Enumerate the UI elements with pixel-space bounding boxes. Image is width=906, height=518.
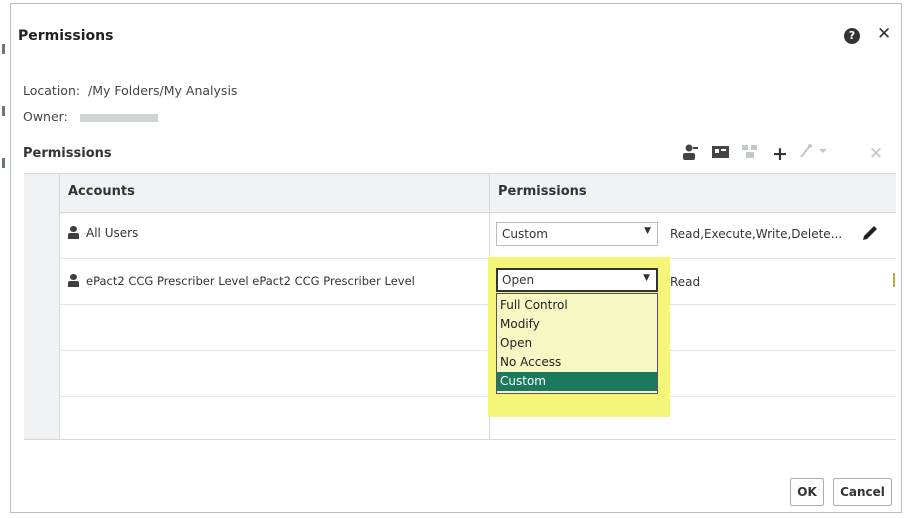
edge-mark [2, 106, 5, 116]
add-group-icon[interactable] [740, 143, 760, 165]
close-icon[interactable]: ✕ [877, 24, 891, 44]
chevron-down-icon: ▼ [644, 226, 651, 236]
help-icon[interactable]: ? [844, 28, 860, 44]
permissions-toolbar: + ✕ [0, 143, 906, 165]
owner-value-redacted [79, 113, 158, 122]
row-divider [59, 304, 896, 305]
location-label: Location: [23, 83, 81, 98]
bracket-mark [893, 273, 898, 287]
permission-select-value: Open [502, 273, 535, 287]
permission-summary: Read [670, 275, 701, 289]
add-application-role-icon[interactable] [710, 143, 732, 165]
permissions-table: Accounts Permissions [24, 173, 896, 440]
dropdown-option[interactable]: No Access [497, 353, 657, 372]
location-line: Location: /My Folders/My Analysis [23, 83, 237, 98]
permission-select-open[interactable]: Open ▼ [496, 268, 658, 292]
dropdown-option[interactable]: Open [497, 334, 657, 353]
permission-dropdown-list: Full Control Modify Open No Access Custo… [496, 293, 658, 394]
column-header-permissions[interactable]: Permissions [498, 184, 587, 199]
cancel-button[interactable]: Cancel [833, 478, 892, 506]
dropdown-option[interactable]: Modify [497, 315, 657, 334]
owner-line: Owner: [23, 109, 158, 124]
column-header-accounts[interactable]: Accounts [68, 184, 135, 199]
owner-label: Owner: [23, 109, 68, 124]
wand-dropdown-icon[interactable] [797, 143, 829, 165]
delete-icon[interactable]: ✕ [866, 143, 886, 165]
row-divider [59, 350, 896, 351]
pencil-icon[interactable] [860, 223, 880, 243]
permission-select-value: Custom [502, 227, 548, 241]
permission-select[interactable]: Custom ▼ [496, 222, 658, 246]
location-value: /My Folders/My Analysis [88, 83, 238, 98]
add-icon[interactable]: + [770, 143, 790, 165]
permission-summary: Read,Execute,Write,Delete... [670, 227, 843, 241]
row-selector-column [24, 174, 60, 439]
account-name: ePact2 CCG Prescriber Level ePact2 CCG P… [86, 274, 415, 288]
table-header [24, 174, 896, 213]
account-name: All Users [86, 226, 139, 240]
dropdown-option-selected[interactable]: Custom [497, 372, 657, 391]
dropdown-option[interactable]: Full Control [497, 296, 657, 315]
user-icon [68, 226, 79, 239]
ok-button[interactable]: OK [790, 478, 824, 506]
row-divider [59, 258, 896, 259]
edge-mark [2, 44, 5, 54]
add-user-icon[interactable] [680, 143, 700, 165]
user-icon [68, 274, 79, 287]
chevron-down-icon: ▼ [643, 273, 650, 283]
dialog-title: Permissions [18, 28, 114, 44]
row-divider [59, 396, 896, 397]
